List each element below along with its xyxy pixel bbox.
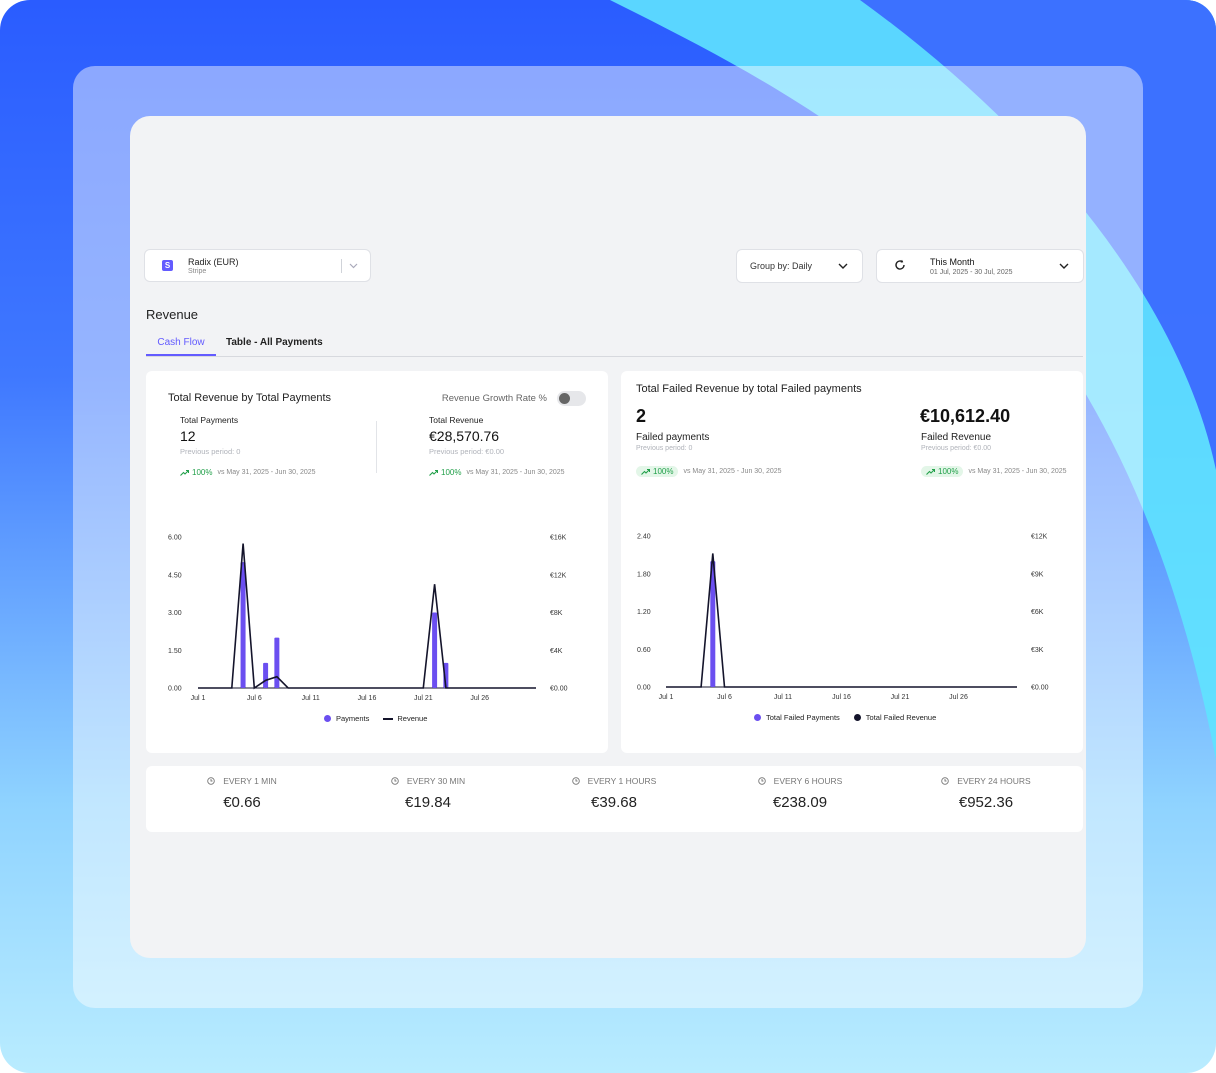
legend-dot [754,714,761,721]
revenue-chart: 0.00 1.50 3.00 4.50 6.00 €0.00 €4K €8K €12K €16K J… [168,535,568,703]
y2-tick-label: €12K [550,572,567,579]
y-tick-label: 4.50 [168,572,182,579]
tab-cash-flow[interactable]: Cash Flow [146,337,216,356]
legend-label: Total Failed Payments [766,713,840,722]
x-tick-label: Jul 26 [470,695,489,702]
legend-label: Payments [336,714,370,723]
frequency-label: EVERY 24 HOURS [957,776,1031,786]
x-tick-label: Jul 21 [891,694,910,701]
page-title: Revenue [146,307,199,322]
y2-tick-label: €0.00 [550,686,568,693]
bar-payments [240,562,246,688]
bar-payments [432,612,438,688]
y2-tick-label: €6K [1031,609,1044,616]
y2-tick-label: €3K [1031,647,1044,654]
y-tick-label: 0.00 [168,686,182,693]
y-tick-label: 0.60 [637,647,651,654]
divider [341,258,342,273]
chart-legend: Total Failed Payments Total Failed Reven… [754,713,950,722]
line-revenue [198,543,536,690]
frequency-value: €0.66 [223,794,261,811]
x-tick-label: Jul 16 [832,694,851,701]
x-tick-label: Jul 11 [774,694,792,701]
y2-tick-label: €9K [1031,571,1044,578]
frequency-value: €39.68 [591,794,637,811]
y-tick-label: 3.00 [168,610,182,617]
y2-tick-label: €8K [550,610,563,617]
frequency-item: EVERY 6 HOURS €238.09 [707,776,893,811]
x-tick-label: Jul 26 [949,694,968,701]
account-selector[interactable]: S Radix (EUR) Stripe [144,249,371,282]
x-tick-label: Jul 6 [247,695,262,702]
legend-dot [324,715,331,722]
x-tick-label: Jul 16 [358,695,377,702]
failed-revenue-card: Total Failed Revenue by total Failed pay… [621,371,1083,753]
revenue-card: Total Revenue by Total Payments Revenue … [146,371,608,753]
frequency-item: EVERY 1 HOURS €39.68 [521,776,707,811]
clock-icon [571,777,580,785]
y2-tick-label: €4K [550,648,563,655]
bar-payments [274,637,280,688]
account-name: Radix (EUR) [188,256,239,267]
y-tick-label: 6.00 [168,535,182,542]
y-tick-label: 0.00 [637,685,651,692]
y-tick-label: 1.50 [168,648,182,655]
chevron-down-icon [349,263,358,269]
frequency-value: €238.09 [772,794,828,811]
clock-icon [941,777,950,785]
frequency-item: EVERY 1 MIN €0.66 [149,776,335,811]
legend-item-payments: Payments [324,714,369,723]
stripe-icon: S [162,260,173,271]
frequency-label: EVERY 1 MIN [223,776,277,786]
account-provider: Stripe [188,267,207,275]
y2-tick-label: €0.00 [1031,685,1049,692]
app-window: S Radix (EUR) Stripe Group by: Daily Thi… [130,116,1086,958]
legend-item-failed-revenue: Total Failed Revenue [853,713,937,722]
date-range-value: 01 Jul, 2025 - 30 Jul, 2025 [930,268,1013,276]
tab-bar: Cash Flow Table - All Payments [146,331,1083,357]
x-tick-label: Jul 21 [414,695,433,702]
x-tick-label: Jul 1 [659,694,674,701]
frequency-label: EVERY 1 HOURS [587,776,657,786]
clock-icon [207,777,215,785]
x-tick-label: Jul 11 [302,695,320,702]
group-by-dropdown[interactable]: Group by: Daily [736,249,863,283]
legend-dot [853,714,861,721]
revenue-frequency-strip: EVERY 1 MIN €0.66 EVERY 30 MIN €19.84 EV… [146,766,1083,832]
frequency-value: €19.84 [405,794,451,811]
bar-payments [263,662,269,688]
legend-item-failed-payments: Total Failed Payments [754,713,840,722]
x-tick-label: Jul 6 [717,694,732,701]
refresh-icon[interactable] [894,259,906,274]
legend-line [383,717,394,720]
x-tick-label: Jul 1 [191,695,206,702]
clock-icon [391,777,399,785]
y2-tick-label: €16K [550,535,567,542]
frequency-value: €952.36 [958,794,1014,811]
legend-item-revenue: Revenue [383,714,427,723]
background-frame: S Radix (EUR) Stripe Group by: Daily Thi… [0,0,1216,1073]
y-tick-label: 2.40 [637,534,651,541]
frequency-item: EVERY 24 HOURS €952.36 [893,776,1079,811]
date-range-label: This Month [930,256,975,267]
tab-table-all-payments[interactable]: Table - All Payments [226,337,323,348]
frequency-item: EVERY 30 MIN €19.84 [335,776,521,811]
y2-tick-label: €12K [1031,534,1048,541]
clock-icon [757,777,766,785]
legend-label: Total Failed Revenue [865,713,937,722]
chevron-down-icon [838,263,848,269]
y-tick-label: 1.20 [637,609,651,616]
chart-legend: Payments Revenue [324,714,441,723]
legend-label: Revenue [397,714,428,723]
frequency-label: EVERY 30 MIN [406,776,466,786]
failed-revenue-chart: 0.00 0.60 1.20 1.80 2.40 €0.00 €3K €6K €9K €12K Ju… [637,534,1049,702]
frequency-label: EVERY 6 HOURS [773,776,843,786]
date-range-dropdown[interactable]: This Month 01 Jul, 2025 - 30 Jul, 2025 [876,249,1084,283]
line-total-failed-revenue [666,553,1017,688]
chevron-down-icon [1059,263,1069,269]
group-by-label: Group by: Daily [750,261,813,271]
y-tick-label: 1.80 [637,571,651,578]
